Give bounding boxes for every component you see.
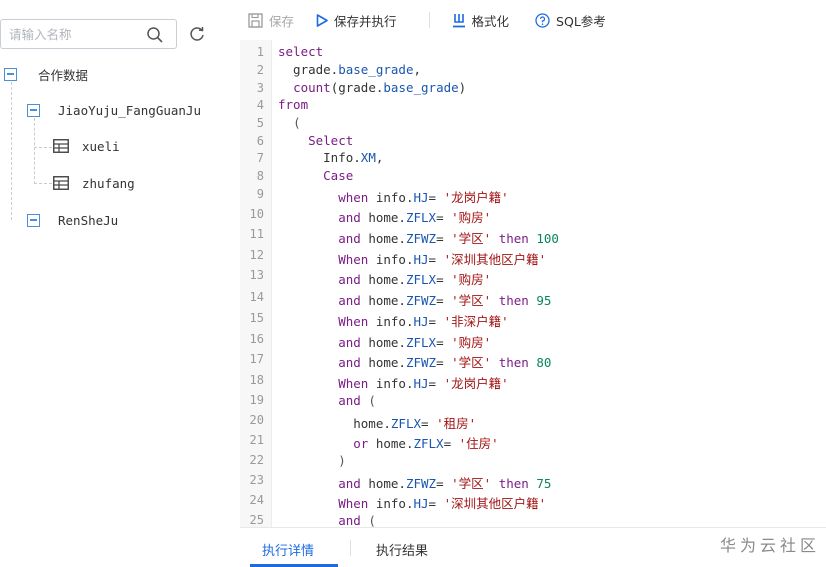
code-line: Case [323, 168, 354, 183]
save-button[interactable]: 保存 [248, 0, 294, 40]
result-tabs: 执行详情 执行结果 华为云社区 [240, 527, 826, 567]
format-icon [452, 13, 465, 27]
line-number: 16 [249, 332, 264, 346]
code-line: select [278, 44, 324, 59]
tree-node-table[interactable]: zhufang [53, 174, 135, 192]
line-number: 22 [249, 453, 264, 467]
code-line: When info.HJ= '非深户籍' [338, 314, 509, 329]
line-number: 24 [249, 493, 264, 507]
format-button[interactable]: 格式化 [452, 0, 510, 40]
tree-guide [34, 147, 52, 148]
line-number-gutter: 1 2 3 4 5 6 7 8 9 10 11 12 13 14 15 16 1… [240, 40, 272, 527]
code-line: When info.HJ= '深圳其他区户籍' [338, 252, 547, 267]
play-icon [316, 13, 328, 27]
tree-node-database[interactable]: RenSheJu [27, 211, 118, 229]
code-line: and home.ZFLX= '购房' [338, 335, 492, 350]
code-line: and home.ZFWZ= '学区' then 80 [338, 355, 552, 370]
line-number: 20 [249, 413, 264, 427]
code-line: and home.ZFLX= '购房' [338, 210, 492, 225]
code-line: or home.ZFLX= '住房' [353, 436, 499, 451]
tree-guide [11, 82, 12, 220]
left-panel: 合作数据 JiaoYuju_FangGuanJu xueli zhufang R… [0, 0, 222, 567]
code-line: and ( [338, 393, 376, 408]
tree-node-label: RenSheJu [58, 212, 119, 228]
line-number: 17 [249, 352, 264, 366]
tab-execution-detail[interactable]: 执行详情 [262, 540, 314, 559]
sql-editor[interactable]: 1 2 3 4 5 6 7 8 9 10 11 12 13 14 15 16 1… [240, 40, 826, 527]
tab-divider [350, 540, 351, 556]
line-number: 7 [256, 151, 264, 165]
line-number: 25 [249, 513, 264, 527]
sql-reference-button[interactable]: SQL参考 [535, 0, 606, 40]
line-number: 3 [256, 81, 264, 95]
watermark: 华为云社区 [719, 536, 820, 555]
refresh-icon[interactable] [188, 25, 206, 43]
editor-toolbar: 保存 保存并执行 格式化 SQL参考 [240, 0, 826, 40]
code-line: and home.ZFWZ= '学区' then 75 [338, 476, 552, 491]
code-line: grade.base_grade, [278, 62, 422, 77]
line-number: 12 [249, 248, 264, 262]
code-line: and home.ZFLX= '购房' [338, 272, 492, 287]
code-line: ( [293, 115, 301, 130]
code-line: count(grade.base_grade) [293, 80, 467, 95]
code-line: when info.HJ= '龙岗户籍' [338, 190, 509, 205]
code-line: and home.ZFWZ= '学区' then 100 [338, 231, 559, 246]
line-number: 11 [249, 227, 264, 241]
collapse-minus-icon[interactable] [4, 67, 17, 81]
code-line: Select [308, 133, 354, 148]
code-line: from [278, 97, 309, 112]
tree-guide [34, 183, 52, 184]
line-number: 14 [249, 290, 264, 304]
tree-node-label: zhufang [82, 175, 135, 191]
code-line: Info.XM, [278, 150, 384, 165]
line-number: 13 [249, 268, 264, 282]
table-icon [53, 176, 69, 190]
save-run-button[interactable]: 保存并执行 [316, 0, 397, 40]
tree-node-table[interactable]: xueli [53, 137, 120, 155]
line-number: 6 [256, 134, 264, 148]
line-number: 8 [256, 169, 264, 183]
tree-guide [34, 118, 35, 184]
tree-node-database[interactable]: JiaoYuju_FangGuanJu [27, 101, 201, 119]
tree-node-label: JiaoYuju_FangGuanJu [58, 102, 201, 118]
search-input[interactable] [1, 20, 141, 48]
collapse-minus-icon[interactable] [27, 213, 40, 227]
line-number: 9 [256, 187, 264, 201]
tab-execution-result[interactable]: 执行结果 [376, 540, 428, 559]
line-number: 1 [256, 45, 264, 59]
sql-reference-label: SQL参考 [556, 13, 606, 29]
line-number: 4 [256, 98, 264, 112]
tree-node-root[interactable]: 合作数据 [4, 65, 88, 83]
code-line: When info.HJ= '龙岗户籍' [338, 376, 509, 391]
code-line: ) [338, 453, 346, 468]
help-circle-icon [535, 12, 550, 28]
line-number: 23 [249, 473, 264, 487]
line-number: 10 [249, 207, 264, 221]
code-line: and home.ZFWZ= '学区' then 95 [338, 293, 552, 308]
search-icon[interactable] [146, 26, 164, 44]
line-number: 19 [249, 393, 264, 407]
format-label: 格式化 [471, 13, 510, 29]
save-icon [248, 12, 263, 28]
line-number: 21 [249, 433, 264, 447]
line-number: 2 [256, 63, 264, 77]
line-number: 15 [249, 311, 264, 325]
search-box [0, 19, 177, 49]
tree-node-label: 合作数据 [38, 67, 89, 83]
tree-node-label: xueli [82, 138, 120, 154]
collapse-minus-icon[interactable] [27, 103, 40, 117]
line-number: 5 [256, 116, 264, 130]
toolbar-divider [428, 12, 430, 28]
code-line: home.ZFLX= '租房' [278, 416, 477, 431]
table-icon [53, 139, 69, 153]
code-line: and ( [338, 513, 376, 527]
line-number: 18 [249, 373, 264, 387]
code-line: When info.HJ= '深圳其他区户籍' [338, 496, 547, 511]
save-label: 保存 [269, 13, 295, 29]
save-run-label: 保存并执行 [334, 13, 397, 29]
